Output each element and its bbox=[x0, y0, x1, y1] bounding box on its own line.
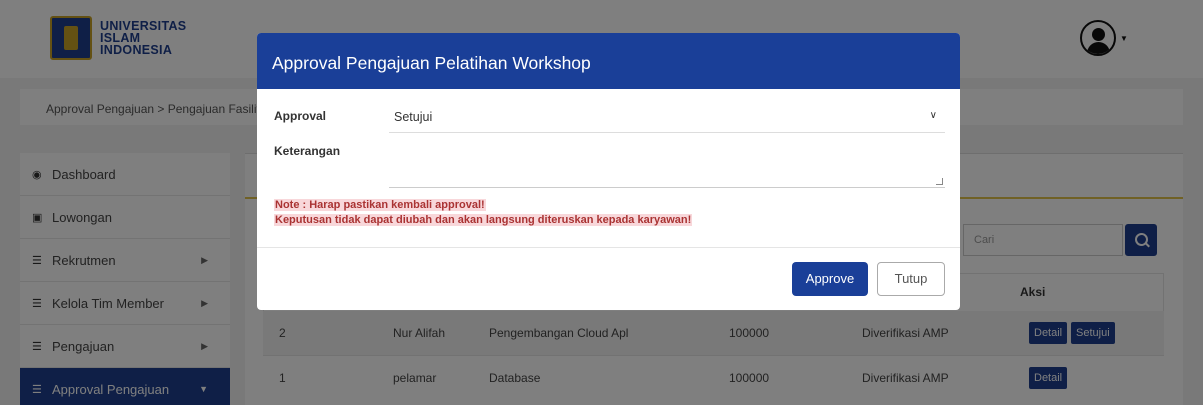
approval-select[interactable]: Setujui ∨ bbox=[389, 110, 945, 133]
chevron-down-icon: ∨ bbox=[929, 110, 937, 121]
resize-handle-icon[interactable] bbox=[936, 178, 943, 185]
note-line-1: Note : Harap pastikan kembali approval! bbox=[274, 199, 486, 211]
keterangan-textarea[interactable] bbox=[389, 142, 945, 188]
approval-selected-value: Setujui bbox=[394, 110, 433, 124]
modal-footer-divider bbox=[257, 247, 960, 248]
note-line-2: Keputusan tidak dapat diubah dan akan la… bbox=[274, 214, 693, 226]
tutup-button[interactable]: Tutup bbox=[877, 262, 945, 296]
approval-modal: Approval Pengajuan Pelatihan Workshop Ap… bbox=[257, 33, 960, 310]
modal-header: Approval Pengajuan Pelatihan Workshop bbox=[257, 33, 960, 89]
keterangan-label: Keterangan bbox=[274, 144, 341, 158]
modal-title: Approval Pengajuan Pelatihan Workshop bbox=[272, 53, 591, 73]
approval-label: Approval bbox=[274, 109, 327, 123]
approve-button[interactable]: Approve bbox=[792, 262, 868, 296]
